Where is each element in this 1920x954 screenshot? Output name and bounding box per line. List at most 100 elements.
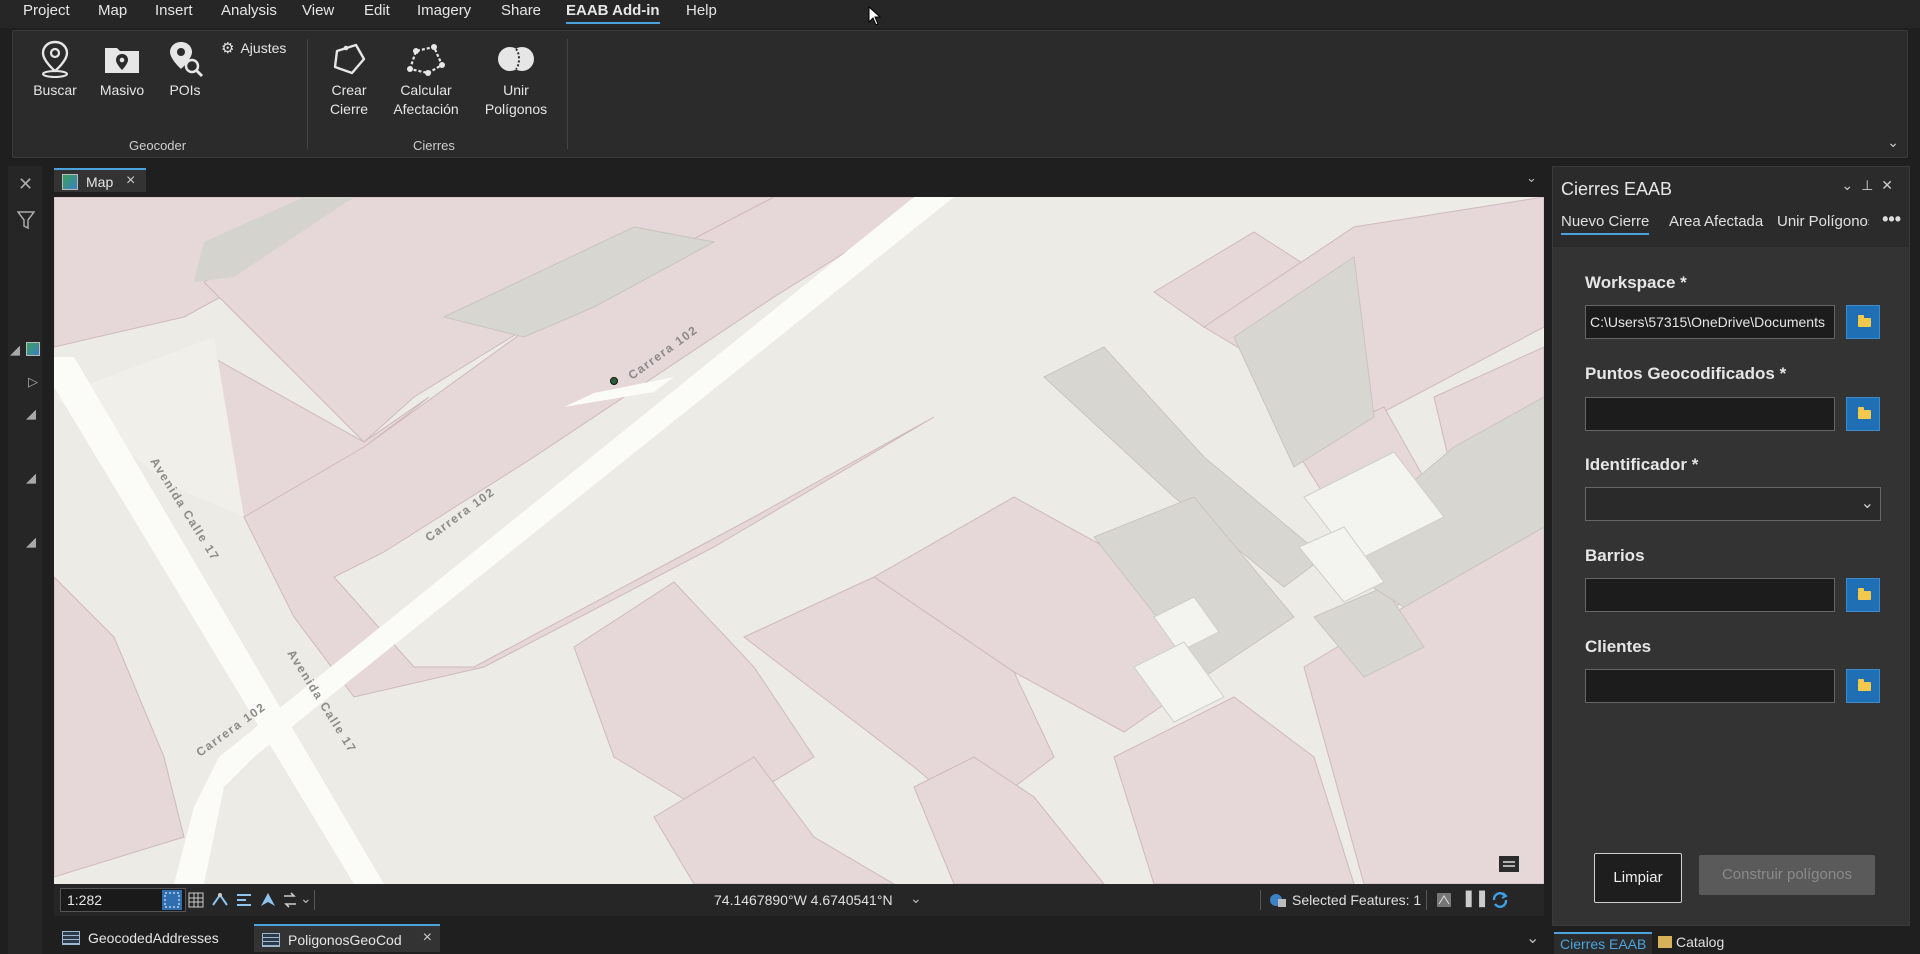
clientes-field[interactable] bbox=[1585, 669, 1835, 703]
catalog-icon bbox=[1658, 936, 1672, 948]
snapping-icon[interactable] bbox=[210, 890, 230, 910]
calcular-afectacion-button[interactable]: Calcular Afectación bbox=[385, 39, 467, 119]
tab-nuevo-cierre[interactable]: Nuevo Cierre bbox=[1561, 213, 1650, 235]
merge-circles-icon bbox=[498, 47, 534, 71]
ajustes-button[interactable]: ⚙ Ajustes bbox=[221, 39, 301, 58]
masivo-label: Masivo bbox=[99, 82, 145, 98]
menu-analysis[interactable]: Analysis bbox=[221, 2, 277, 20]
workspace-field[interactable]: C:\Users\57315\OneDrive\Documents bbox=[1585, 305, 1835, 339]
folder-icon bbox=[1858, 588, 1871, 600]
puntos-label: Puntos Geocodificados * bbox=[1585, 364, 1787, 383]
clientes-browse-button[interactable] bbox=[1846, 669, 1880, 703]
unir-poligonos-button[interactable]: Unir Polígonos bbox=[479, 39, 553, 119]
folder-icon bbox=[1858, 315, 1871, 327]
close-icon[interactable]: ✕ bbox=[1881, 177, 1901, 193]
expand-arrow-icon[interactable]: ◢ bbox=[26, 406, 36, 422]
map-layer-icon[interactable] bbox=[26, 342, 40, 356]
close-icon[interactable]: ✕ bbox=[18, 174, 33, 195]
tab-unir-poligonos[interactable]: Unir Polígonos bbox=[1777, 213, 1869, 230]
expand-arrow-icon[interactable]: ◢ bbox=[26, 534, 36, 550]
legend-icon[interactable] bbox=[1498, 855, 1520, 875]
bottom-tab-bar: GeocodedAddresses PoligonosGeoCod × ⌄ bbox=[54, 924, 1544, 954]
menu-view[interactable]: View bbox=[302, 2, 334, 20]
crear-cierre-button[interactable]: Crear Cierre bbox=[321, 39, 377, 119]
group-separator bbox=[307, 39, 308, 149]
grid-icon[interactable] bbox=[186, 890, 206, 910]
gear-icon: ⚙ bbox=[221, 40, 235, 57]
north-arrow-icon[interactable] bbox=[258, 890, 278, 910]
chevron-down-icon[interactable]: ⌄ bbox=[1526, 170, 1537, 186]
limpiar-button[interactable]: Limpiar bbox=[1594, 853, 1682, 903]
menu-insert[interactable]: Insert bbox=[155, 2, 193, 20]
more-options-icon[interactable]: ••• bbox=[1882, 209, 1901, 230]
refresh-icon[interactable] bbox=[1490, 890, 1510, 910]
chevron-down-icon[interactable]: ⌄ bbox=[1526, 928, 1539, 948]
tab-map[interactable]: Map × bbox=[54, 168, 146, 192]
calcular-line2: Afectación bbox=[393, 101, 459, 117]
constraints-icon[interactable] bbox=[234, 890, 254, 910]
menu-share[interactable]: Share bbox=[501, 2, 541, 20]
identificador-label: Identificador * bbox=[1585, 455, 1699, 474]
display-cache-icon[interactable] bbox=[1434, 890, 1454, 910]
menu-help[interactable]: Help bbox=[686, 2, 717, 20]
folder-icon bbox=[1858, 679, 1871, 691]
chevron-down-icon[interactable]: ⌄ bbox=[300, 890, 312, 907]
tab-geocodedaddresses[interactable]: GeocodedAddresses bbox=[54, 924, 250, 952]
puntos-browse-button[interactable] bbox=[1846, 397, 1880, 431]
geocoder-group-label: Geocoder bbox=[129, 138, 187, 153]
barrios-field[interactable] bbox=[1585, 578, 1835, 612]
map-view[interactable]: Carrera 102 Carrera 102 Avenida Calle 17… bbox=[54, 197, 1544, 884]
coordinate-readout: 74.1467890°W 4.6740541°N bbox=[714, 892, 893, 908]
status-separator bbox=[314, 890, 315, 910]
workspace-browse-button[interactable] bbox=[1846, 305, 1880, 339]
menu-eaab-addin[interactable]: EAAB Add-in bbox=[566, 2, 660, 24]
close-tab-icon[interactable]: × bbox=[423, 929, 432, 947]
pin-icon[interactable]: ⊥ bbox=[1861, 177, 1881, 193]
masivo-button[interactable]: Masivo bbox=[97, 39, 147, 100]
chevron-down-icon[interactable]: ⌄ bbox=[1841, 177, 1861, 193]
expand-arrow-icon[interactable]: ◢ bbox=[26, 470, 36, 486]
cierres-panel: Cierres EAAB ⌄⊥✕ Nuevo Cierre Area Afect… bbox=[1552, 166, 1910, 926]
pois-button[interactable]: POIs bbox=[163, 39, 207, 100]
puntos-field[interactable] bbox=[1585, 397, 1835, 431]
menu-imagery[interactable]: Imagery bbox=[417, 2, 471, 20]
refresh-arrows-icon[interactable] bbox=[280, 890, 300, 910]
geocoded-point bbox=[610, 377, 618, 385]
scale-value: 1:282 bbox=[67, 892, 103, 908]
chevron-down-icon: ⌄ bbox=[1860, 495, 1874, 512]
crear-cierre-line1: Crear bbox=[331, 82, 367, 98]
tab-catalog[interactable]: Catalog bbox=[1652, 932, 1730, 954]
chevron-down-icon[interactable]: ⌄ bbox=[910, 890, 922, 907]
workspace-label: Workspace * bbox=[1585, 273, 1687, 292]
mouse-cursor-icon bbox=[868, 6, 882, 26]
collapse-arrow-icon[interactable]: ▷ bbox=[28, 374, 38, 390]
identificador-select[interactable]: ⌄ bbox=[1585, 487, 1881, 521]
tab-catalog-label: Catalog bbox=[1676, 934, 1725, 950]
selected-features-count[interactable]: Selected Features: 1 bbox=[1292, 892, 1421, 908]
panel-bottom-tabs: Cierres EAAB Catalog bbox=[1552, 930, 1910, 954]
menu-map[interactable]: Map bbox=[98, 2, 127, 20]
construir-poligonos-button[interactable]: Construir polígonos bbox=[1699, 855, 1875, 895]
pause-icon[interactable]: ❚❚ bbox=[1462, 888, 1489, 908]
filter-icon[interactable] bbox=[17, 210, 35, 230]
basemap: Carrera 102 Carrera 102 Avenida Calle 17… bbox=[54, 197, 1544, 884]
buscar-button[interactable]: Buscar bbox=[31, 39, 79, 100]
tab-poligonosgeocod[interactable]: PoligonosGeoCod × bbox=[254, 924, 440, 952]
tab-label: GeocodedAddresses bbox=[88, 930, 219, 946]
unir-line2: Polígonos bbox=[484, 101, 548, 117]
selection-icon[interactable] bbox=[1268, 890, 1288, 910]
table-icon bbox=[262, 933, 280, 947]
contents-strip: ✕ ◢ ▷ ◢ ◢ ◢ bbox=[8, 166, 42, 954]
tab-cierres-eaab[interactable]: Cierres EAAB bbox=[1554, 932, 1653, 954]
panel-body: Workspace * C:\Users\57315\OneDrive\Docu… bbox=[1553, 247, 1909, 925]
area-measure-icon bbox=[407, 44, 445, 76]
menu-edit[interactable]: Edit bbox=[364, 2, 390, 20]
menu-project[interactable]: Project bbox=[23, 2, 70, 20]
close-tab-icon[interactable]: × bbox=[126, 172, 135, 190]
collapse-ribbon-icon[interactable]: ⌄ bbox=[1887, 134, 1899, 151]
tab-label: PoligonosGeoCod bbox=[288, 932, 402, 948]
tab-area-afectada[interactable]: Area Afectada bbox=[1669, 213, 1763, 230]
expand-arrow-icon[interactable]: ◢ bbox=[10, 342, 20, 358]
fixed-zoom-icon[interactable] bbox=[162, 890, 182, 910]
barrios-browse-button[interactable] bbox=[1846, 578, 1880, 612]
